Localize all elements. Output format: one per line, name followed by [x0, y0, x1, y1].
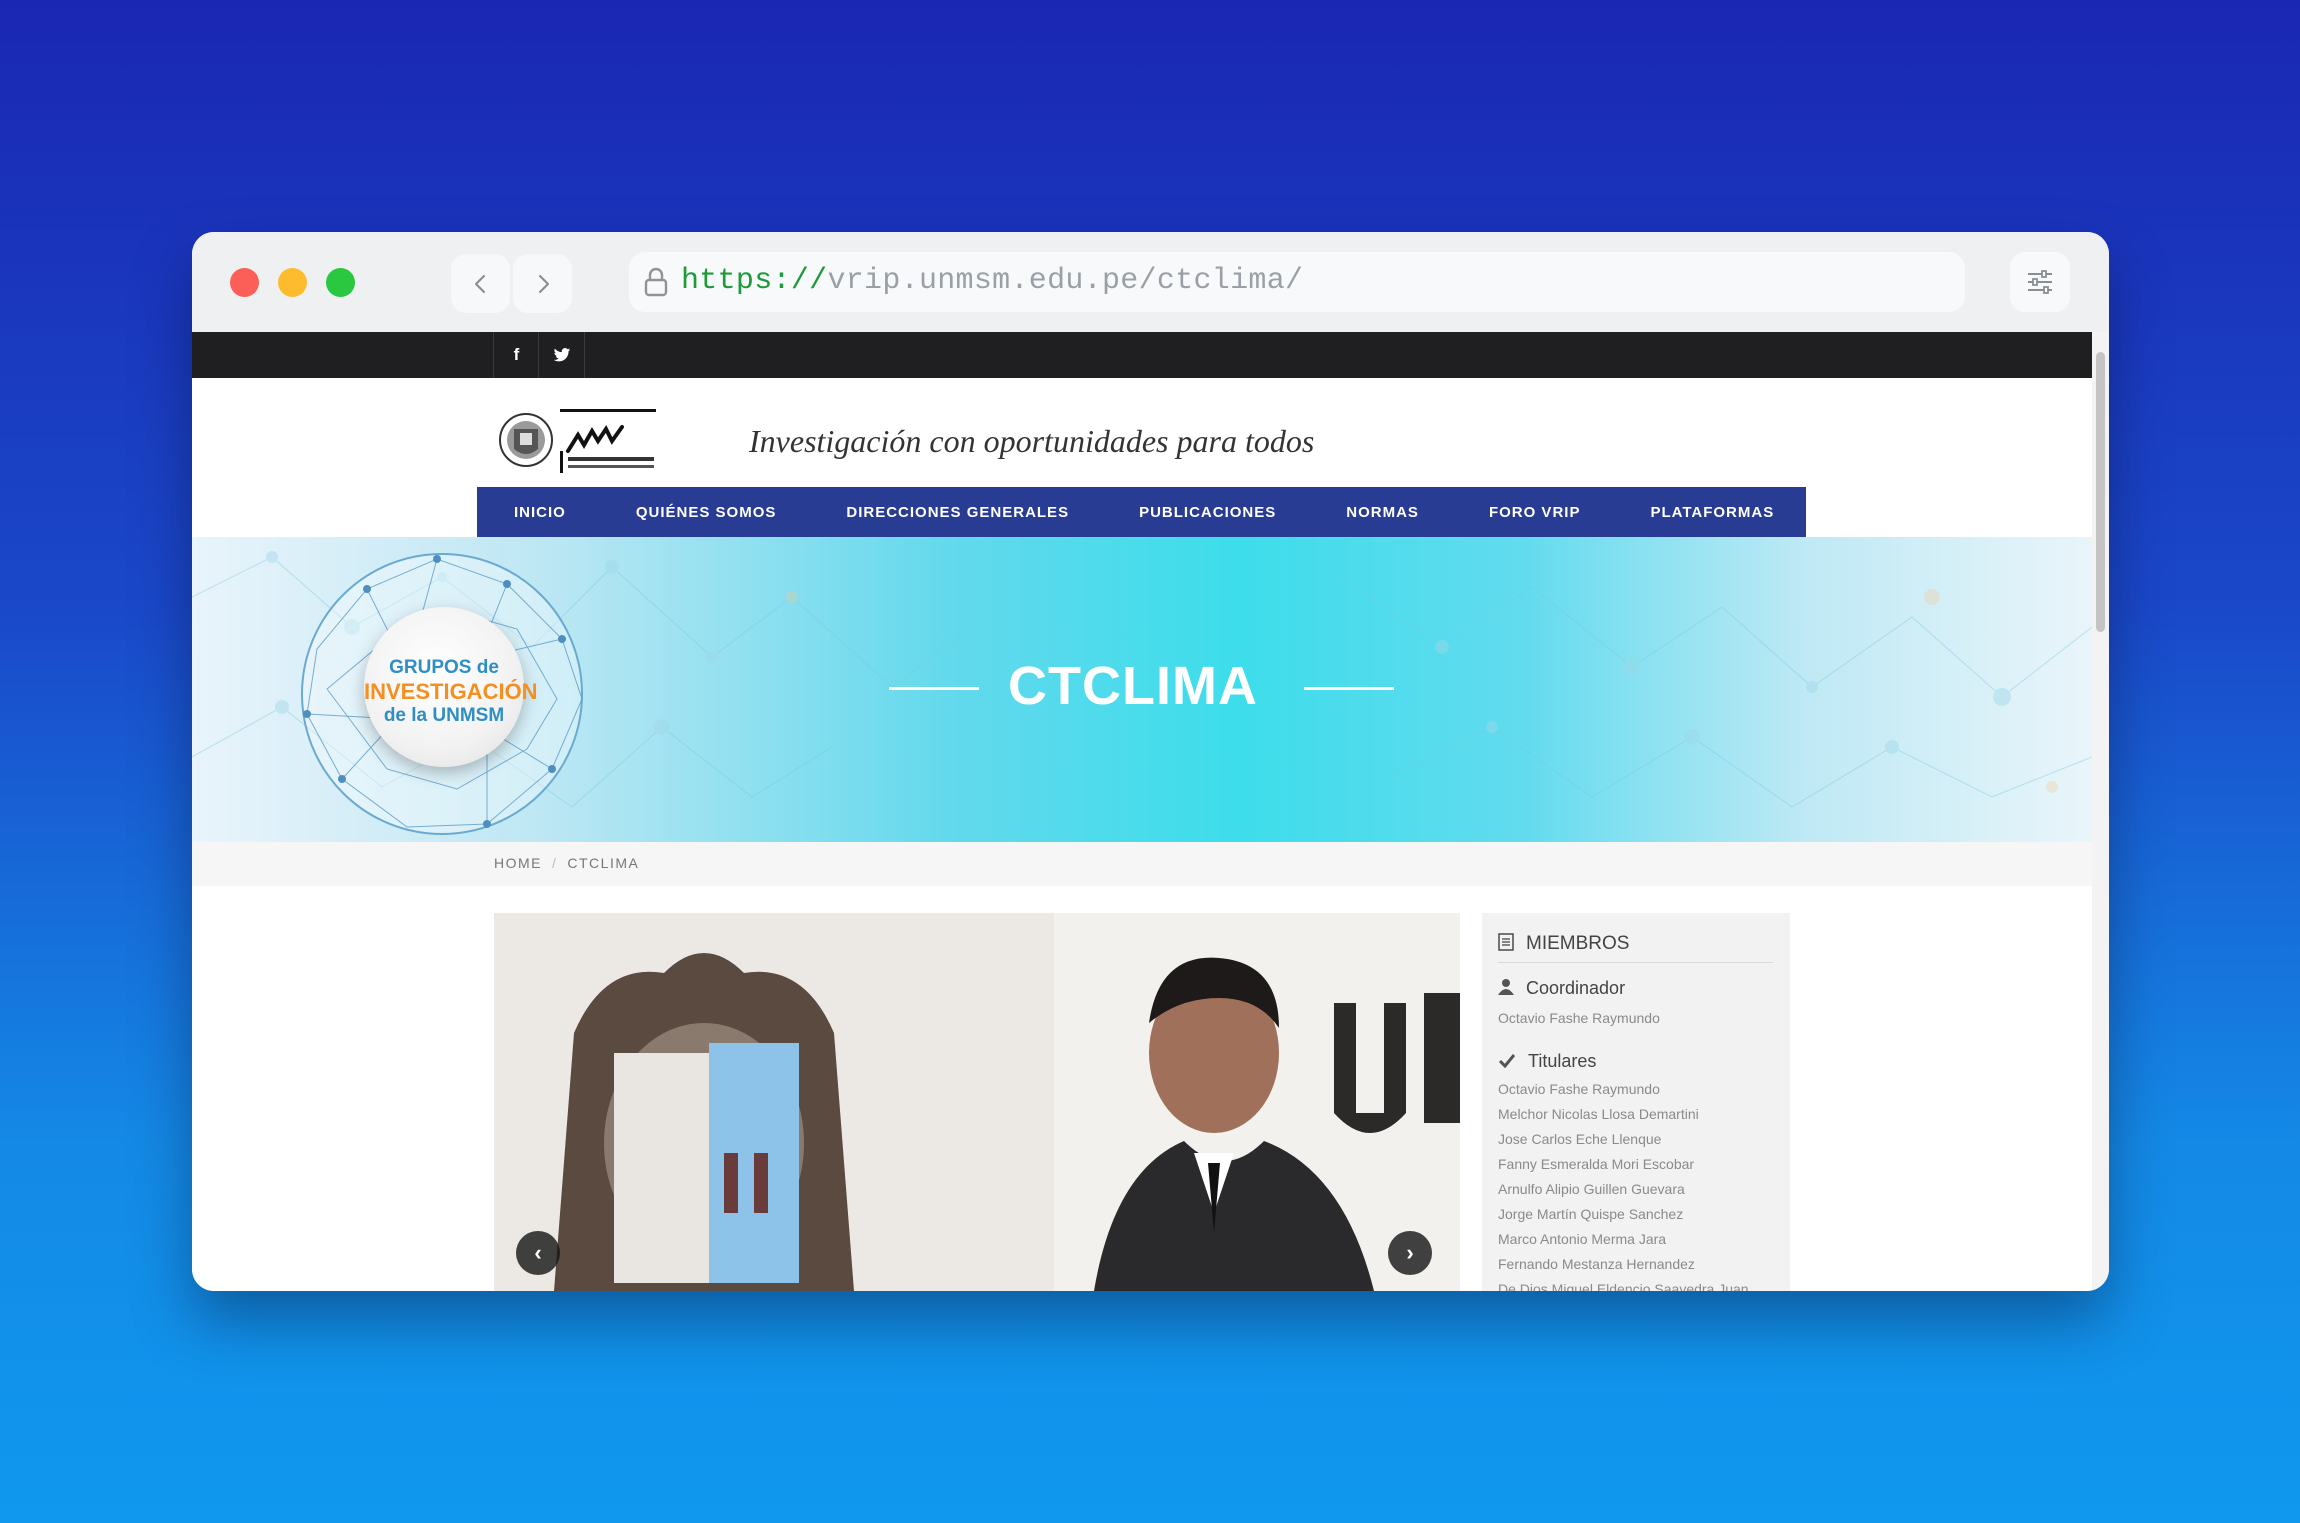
member-item[interactable]: Jorge Martín Quispe Sanchez [1498, 1206, 1683, 1222]
nav-inicio[interactable]: INICIO [514, 504, 566, 521]
carousel-next-button[interactable]: › [1388, 1231, 1432, 1275]
sliders-icon [2028, 270, 2052, 294]
address-bar[interactable]: https://vrip.unmsm.edu.pe/ctclima/ [629, 252, 1965, 312]
lock-icon [644, 267, 668, 297]
coordinator-heading: Coordinador [1498, 978, 1625, 999]
badge-line-3: de la UNMSM [383, 705, 505, 726]
badge-line-1: GRUPOS de [389, 657, 499, 678]
member-item[interactable]: De Dios Miguel Eldencio Saavedra Juan [1498, 1281, 1749, 1291]
twitter-icon [553, 347, 570, 361]
facebook-icon: f [513, 345, 520, 364]
page-viewport: f Investigación con oportunidades para t… [192, 332, 2092, 1291]
groups-badge: GRUPOS de INVESTIGACIÓN de la UNMSM [364, 607, 538, 767]
member-item[interactable]: Arnulfo Alipio Guillen Guevara [1498, 1181, 1685, 1197]
members-title: MIEMBROS [1498, 933, 1773, 963]
vrip-logo[interactable] [498, 407, 658, 475]
maximize-window-button[interactable] [326, 268, 355, 297]
members-sidebar: MIEMBROS Coordinador Octavio Fashe Raymu… [1482, 913, 1790, 1291]
members-title-text: MIEMBROS [1526, 933, 1630, 954]
nav-normas[interactable]: NORMAS [1346, 504, 1419, 521]
list-icon [1498, 933, 1514, 951]
chevron-right-icon [538, 274, 549, 293]
member-item[interactable]: Fanny Esmeralda Mori Escobar [1498, 1156, 1694, 1172]
nav-direcciones-generales[interactable]: DIRECCIONES GENERALES [846, 504, 1069, 521]
site-tagline: Investigación con oportunidades para tod… [749, 423, 1315, 459]
chevron-left-icon [474, 274, 485, 293]
facebook-link[interactable]: f [493, 332, 539, 378]
coordinator-name[interactable]: Octavio Fashe Raymundo [1498, 1010, 1660, 1026]
member-item[interactable]: Marco Antonio Merma Jara [1498, 1231, 1666, 1247]
breadcrumb: HOME / CTCLIMA [494, 855, 640, 871]
check-icon [1498, 1054, 1516, 1069]
browser-chrome: https://vrip.unmsm.edu.pe/ctclima/ [192, 232, 2109, 332]
hero-banner: GRUPOS de INVESTIGACIÓN de la UNMSM CTCL… [192, 537, 2092, 842]
forward-button[interactable] [513, 254, 572, 313]
nav-foro-vrip[interactable]: FORO VRIP [1489, 504, 1581, 521]
minimize-window-button[interactable] [278, 268, 307, 297]
nav-plataformas[interactable]: PLATAFORMAS [1650, 504, 1774, 521]
nav-quienes-somos[interactable]: QUIÉNES SOMOS [636, 504, 777, 521]
title-left-rule [889, 687, 979, 690]
breadcrumb-home[interactable]: HOME [494, 855, 542, 871]
back-button[interactable] [451, 254, 510, 313]
breadcrumb-bar: HOME / CTCLIMA [192, 842, 2092, 886]
page-title: CTCLIMA [1008, 656, 1258, 716]
title-right-rule [1304, 687, 1394, 690]
carousel-photo [494, 913, 1460, 1291]
user-icon [1498, 979, 1514, 995]
member-item[interactable]: Fernando Mestanza Hernandez [1498, 1256, 1695, 1272]
scrollbar-thumb[interactable] [2096, 352, 2105, 632]
url-scheme: https:// [681, 264, 828, 298]
members-heading-text: Titulares [1528, 1051, 1597, 1071]
page-scrollbar[interactable] [2092, 332, 2109, 1291]
member-item[interactable]: Octavio Fashe Raymundo [1498, 1081, 1660, 1097]
member-item[interactable]: Jose Carlos Eche Llenque [1498, 1131, 1661, 1147]
url-path: vrip.unmsm.edu.pe/ctclima/ [827, 264, 1304, 298]
url-text: https://vrip.unmsm.edu.pe/ctclima/ [681, 264, 1303, 298]
chevron-left-icon: ‹ [534, 1240, 542, 1265]
members-heading: Titulares [1498, 1051, 1596, 1072]
badge-line-2: INVESTIGACIÓN [364, 679, 538, 704]
browser-window: https://vrip.unmsm.edu.pe/ctclima/ f Inv… [192, 232, 2109, 1291]
chevron-right-icon: › [1406, 1240, 1414, 1265]
nav-publicaciones[interactable]: PUBLICACIONES [1139, 504, 1276, 521]
breadcrumb-current: CTCLIMA [567, 855, 640, 871]
carousel-prev-button[interactable]: ‹ [516, 1231, 560, 1275]
twitter-link[interactable] [538, 332, 585, 378]
coordinator-photo [494, 913, 1460, 1291]
main-navigation: INICIO QUIÉNES SOMOS DIRECCIONES GENERAL… [477, 487, 1806, 537]
member-item[interactable]: Melchor Nicolas Llosa Demartini [1498, 1106, 1699, 1122]
social-topbar: f [192, 332, 2092, 378]
coordinator-heading-text: Coordinador [1526, 978, 1626, 998]
settings-button[interactable] [2010, 252, 2070, 312]
close-window-button[interactable] [230, 268, 259, 297]
